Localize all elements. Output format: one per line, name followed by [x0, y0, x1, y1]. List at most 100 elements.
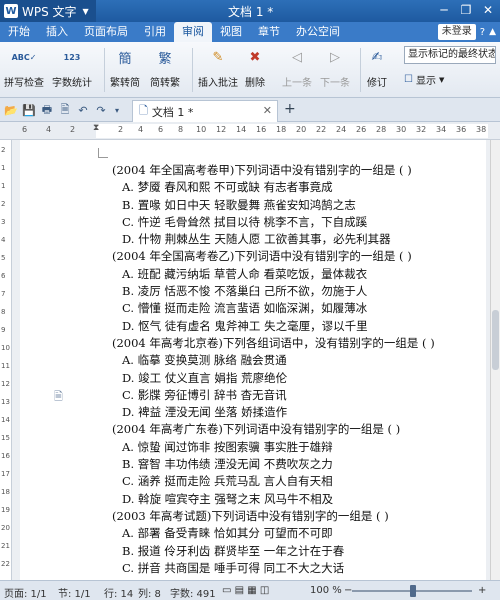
- menu-bar: 开始 插入 页面布局 引用 审阅 视图 章节 办公空间 未登录 ? ▲: [0, 22, 500, 42]
- app-menu-button[interactable]: W WPS 文字 ▼: [0, 0, 96, 22]
- status-section: 节: 1/1: [58, 589, 91, 600]
- option-line: A. 部署 备受青睐 恰如其分 可望而不可即: [122, 526, 333, 541]
- ruler-mark: 4: [138, 125, 144, 134]
- vruler-mark: 13: [1, 398, 10, 406]
- document-page[interactable]: 🗎 (2004 年全国高考卷甲)下列词语中没有错别字的一组是 ( ) A. 梦魇 …: [20, 140, 486, 580]
- customize-caret-icon[interactable]: ▾: [110, 103, 124, 117]
- ruler-mark: 2: [70, 125, 76, 134]
- vruler-mark: 6: [1, 272, 6, 280]
- delete-comment-button[interactable]: ✖ 删除: [244, 46, 266, 90]
- vruler-mark: 19: [1, 506, 10, 514]
- redo-icon[interactable]: ↷: [94, 103, 108, 117]
- zoom-in-icon[interactable]: +: [478, 585, 486, 596]
- question-line: (2004 年全国高考卷乙)下列词语中没有错别字的一组是 ( ): [112, 249, 412, 264]
- word-count-button[interactable]: 123 字数统计: [52, 46, 92, 90]
- ruler-mark: 38: [476, 125, 487, 134]
- vertical-ruler[interactable]: 2 1 1 2 3 4 5 6 7 8 9 10 11 12 13 14 15 …: [0, 140, 12, 580]
- menu-page-layout[interactable]: 页面布局: [76, 22, 136, 42]
- print-preview-icon[interactable]: 🗎: [58, 103, 72, 117]
- prev-comment-button[interactable]: ◁ 上一条: [282, 46, 312, 90]
- menu-home[interactable]: 开始: [0, 22, 38, 42]
- minimize-icon[interactable]: ─: [436, 2, 452, 18]
- status-column: 列: 8: [138, 589, 161, 600]
- ruler-mark: 18: [276, 125, 287, 134]
- ribbon-divider: [104, 48, 105, 92]
- revise-label: 修订: [367, 78, 387, 89]
- menu-references[interactable]: 引用: [136, 22, 174, 42]
- ribbon-collapse-icon[interactable]: ▲: [489, 27, 496, 37]
- ruler-mark: 22: [316, 125, 327, 134]
- print-icon[interactable]: 🖶: [40, 103, 54, 117]
- ruler-mark: 10: [196, 125, 207, 134]
- vruler-mark: 3: [1, 218, 6, 226]
- option-line: B. 窨智 丰功伟绩 湮没无闻 不费吹灰之力: [122, 457, 333, 472]
- option-line: C. 影牒 旁征博引 辞书 杳无音讯: [122, 387, 287, 402]
- new-tab-icon[interactable]: +: [284, 101, 296, 117]
- status-word-count[interactable]: 字数: 491: [170, 585, 216, 600]
- option-line: C. 忤逆 毛骨耸然 拭目以待 桃李不言，下自成蹊: [122, 214, 368, 229]
- vruler-mark: 11: [1, 362, 10, 370]
- horizontal-ruler[interactable]: ⧗ 6 4 2 2 4 6 8 10 12 14 16 18 20 22 24 …: [0, 122, 500, 140]
- vruler-mark: 17: [1, 470, 10, 478]
- open-folder-icon[interactable]: 📂: [4, 103, 18, 117]
- login-button[interactable]: 未登录: [437, 24, 476, 40]
- window-title: 文档 1 *: [228, 5, 274, 19]
- option-line: D. 裨益 湮没无闻 坐落 娇揉造作: [122, 405, 288, 420]
- spell-check-label: 拼写检查: [4, 78, 44, 89]
- insert-comment-label: 插入批注: [198, 78, 238, 89]
- spell-check-button[interactable]: ABC✓ 拼写检查: [4, 46, 44, 90]
- undo-icon[interactable]: ↶: [76, 103, 90, 117]
- menu-section[interactable]: 章节: [250, 22, 288, 42]
- simp-to-trad-button[interactable]: 繁 简转繁: [150, 46, 180, 90]
- window-controls: ─ ❐ ✕: [436, 2, 496, 18]
- revise-button[interactable]: ✍ 修订: [366, 46, 388, 90]
- vruler-mark: 1: [1, 164, 6, 172]
- save-icon[interactable]: 💾: [22, 103, 36, 117]
- restore-icon[interactable]: ❐: [458, 2, 474, 18]
- status-page: 页面: 1/1: [4, 589, 47, 600]
- ruler-mark: 14: [236, 125, 247, 134]
- question-line: (2003 年高考试题)下列词语中没有错别字的一组是 ( ): [112, 508, 389, 523]
- ruler-mark: 20: [296, 125, 307, 134]
- ruler-mark: 2: [118, 125, 124, 134]
- tab-document-1[interactable]: 🗋 文档 1 * ✕: [132, 100, 278, 122]
- option-line: A. 惊蛰 闻过饰非 按图索骥 事实胜于雄辩: [122, 439, 333, 454]
- zoom-slider-thumb[interactable]: [410, 585, 416, 597]
- vruler-mark: 8: [1, 308, 6, 316]
- paragraph-layout-icon[interactable]: 🗎: [54, 388, 63, 407]
- indent-marker-icon[interactable]: ⧗: [93, 123, 99, 133]
- trad-to-simp-button[interactable]: 簡 繁转简: [110, 46, 140, 90]
- markup-display-dropdown[interactable]: 显示标记的最终状态: [404, 46, 496, 64]
- vruler-mark: 14: [1, 416, 10, 424]
- question-line: (2004 年全国高考卷甲)下列词语中没有错别字的一组是 ( ): [112, 163, 412, 177]
- vruler-mark: 21: [1, 542, 10, 550]
- ruler-mark: 26: [356, 125, 367, 134]
- zoom-level[interactable]: 100 %: [310, 585, 342, 596]
- menu-view[interactable]: 视图: [212, 22, 250, 42]
- wps-logo-icon: W: [4, 4, 18, 18]
- vruler-mark: 7: [1, 290, 6, 298]
- menu-review[interactable]: 审阅: [174, 22, 212, 42]
- vertical-scrollbar[interactable]: [490, 140, 500, 580]
- page-corner-mark: [98, 148, 108, 158]
- option-line: B. 报道 伶牙利齿 群贤毕至 一年之计在于春: [122, 543, 345, 558]
- vruler-mark: 2: [1, 200, 6, 208]
- ruler-mark: 6: [22, 125, 28, 134]
- option-line: D. 什物 荆棘丛生 天随人愿 工欲善其事，必先利其器: [122, 232, 391, 247]
- document-body[interactable]: (2004 年全国高考卷甲)下列词语中没有错别字的一组是 ( ) A. 梦魇 春风…: [112, 162, 482, 577]
- tab-close-icon[interactable]: ✕: [263, 104, 272, 117]
- insert-comment-button[interactable]: ✎ 插入批注: [198, 46, 238, 90]
- next-comment-button[interactable]: ▷ 下一条: [320, 46, 350, 90]
- scrollbar-thumb[interactable]: [492, 310, 499, 370]
- menu-insert[interactable]: 插入: [38, 22, 76, 42]
- menu-office-space[interactable]: 办公空间: [288, 22, 348, 42]
- close-icon[interactable]: ✕: [480, 2, 496, 18]
- help-icon[interactable]: ?: [480, 27, 485, 38]
- document-icon: 🗋: [139, 104, 148, 117]
- word-count-label: 字数统计: [52, 78, 92, 89]
- ruler-mark: 4: [46, 125, 52, 134]
- view-mode-icon[interactable]: ▭ ▤ ▦ ◫: [222, 585, 269, 596]
- show-button[interactable]: ☐ 显示 ▼: [404, 72, 444, 87]
- ruler-mark: 6: [158, 125, 164, 134]
- spell-check-icon: ABC✓: [11, 52, 37, 62]
